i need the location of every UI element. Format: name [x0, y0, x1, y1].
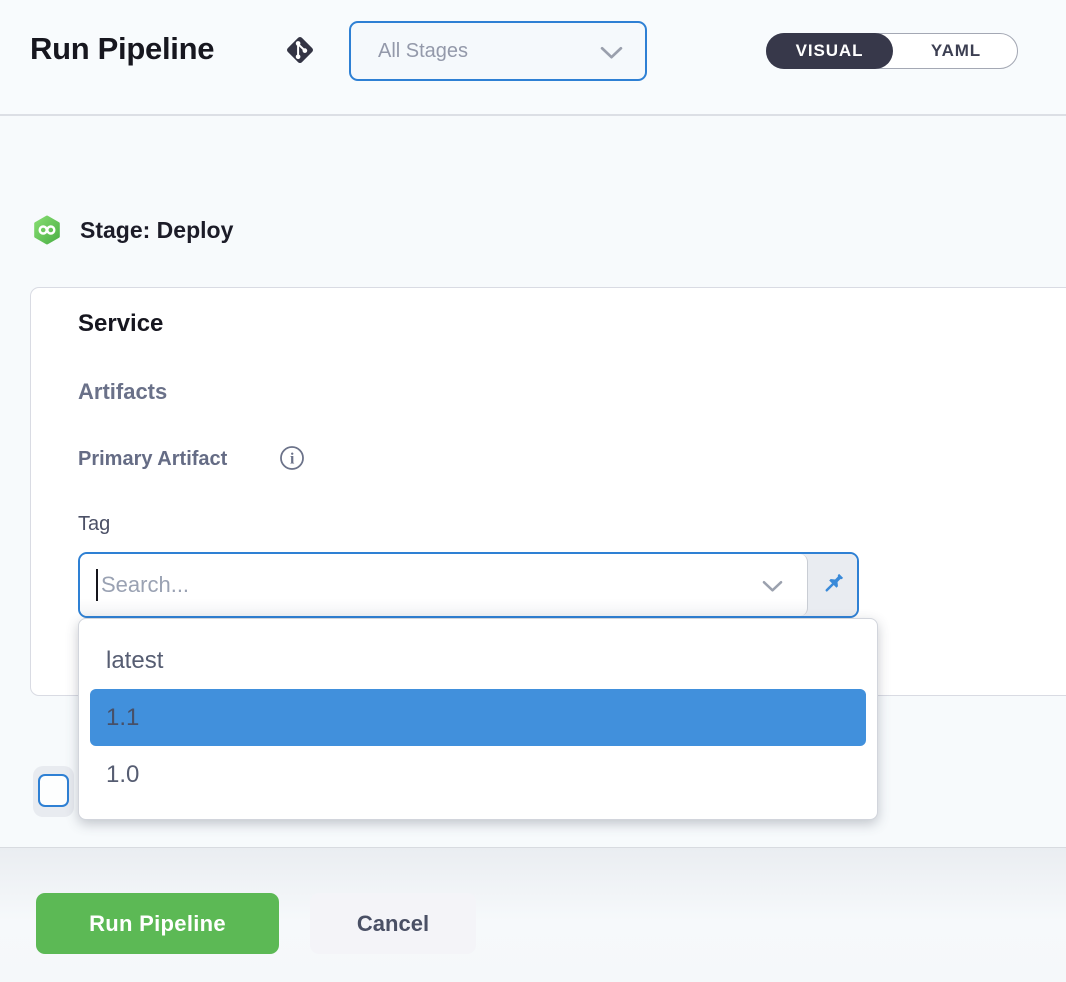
info-icon[interactable]: i: [279, 445, 305, 471]
stage-label: Stage: Deploy: [80, 217, 233, 244]
visual-yaml-toggle: VISUAL YAML: [766, 33, 1018, 69]
service-heading: Service: [78, 310, 163, 338]
dropdown-item-1-1[interactable]: 1.1: [90, 689, 866, 746]
primary-artifact-label: Primary Artifact: [78, 448, 227, 471]
stage-selector-dropdown[interactable]: All Stages: [349, 21, 647, 81]
toggle-visual[interactable]: VISUAL: [766, 33, 893, 69]
tag-dropdown-menu: latest 1.1 1.0: [78, 618, 878, 820]
checkbox[interactable]: [38, 774, 69, 807]
cd-stage-hexagon-icon: [32, 215, 62, 245]
git-branch-icon: [282, 32, 318, 68]
tag-label: Tag: [78, 513, 110, 536]
tag-combobox: [78, 552, 859, 618]
stage-selector-value: All Stages: [378, 23, 468, 79]
tag-search-input[interactable]: [80, 554, 807, 616]
tag-input-wrap: [80, 554, 808, 616]
footer: Run Pipeline Cancel: [0, 848, 1066, 982]
svg-text:i: i: [290, 451, 295, 468]
pin-button[interactable]: [808, 554, 857, 616]
toggle-yaml[interactable]: YAML: [895, 34, 1017, 68]
artifacts-heading: Artifacts: [78, 379, 167, 405]
chevron-down-icon: [600, 46, 623, 65]
pin-icon: [819, 570, 847, 601]
dropdown-item-latest[interactable]: latest: [79, 632, 877, 689]
run-pipeline-button[interactable]: Run Pipeline: [36, 893, 279, 954]
dropdown-item-1-0[interactable]: 1.0: [79, 746, 877, 803]
chevron-down-icon[interactable]: [762, 580, 783, 598]
header: Run Pipeline All Stages VISUAL YAML: [0, 0, 1066, 116]
page-title: Run Pipeline: [30, 31, 214, 67]
cancel-button[interactable]: Cancel: [310, 893, 476, 954]
